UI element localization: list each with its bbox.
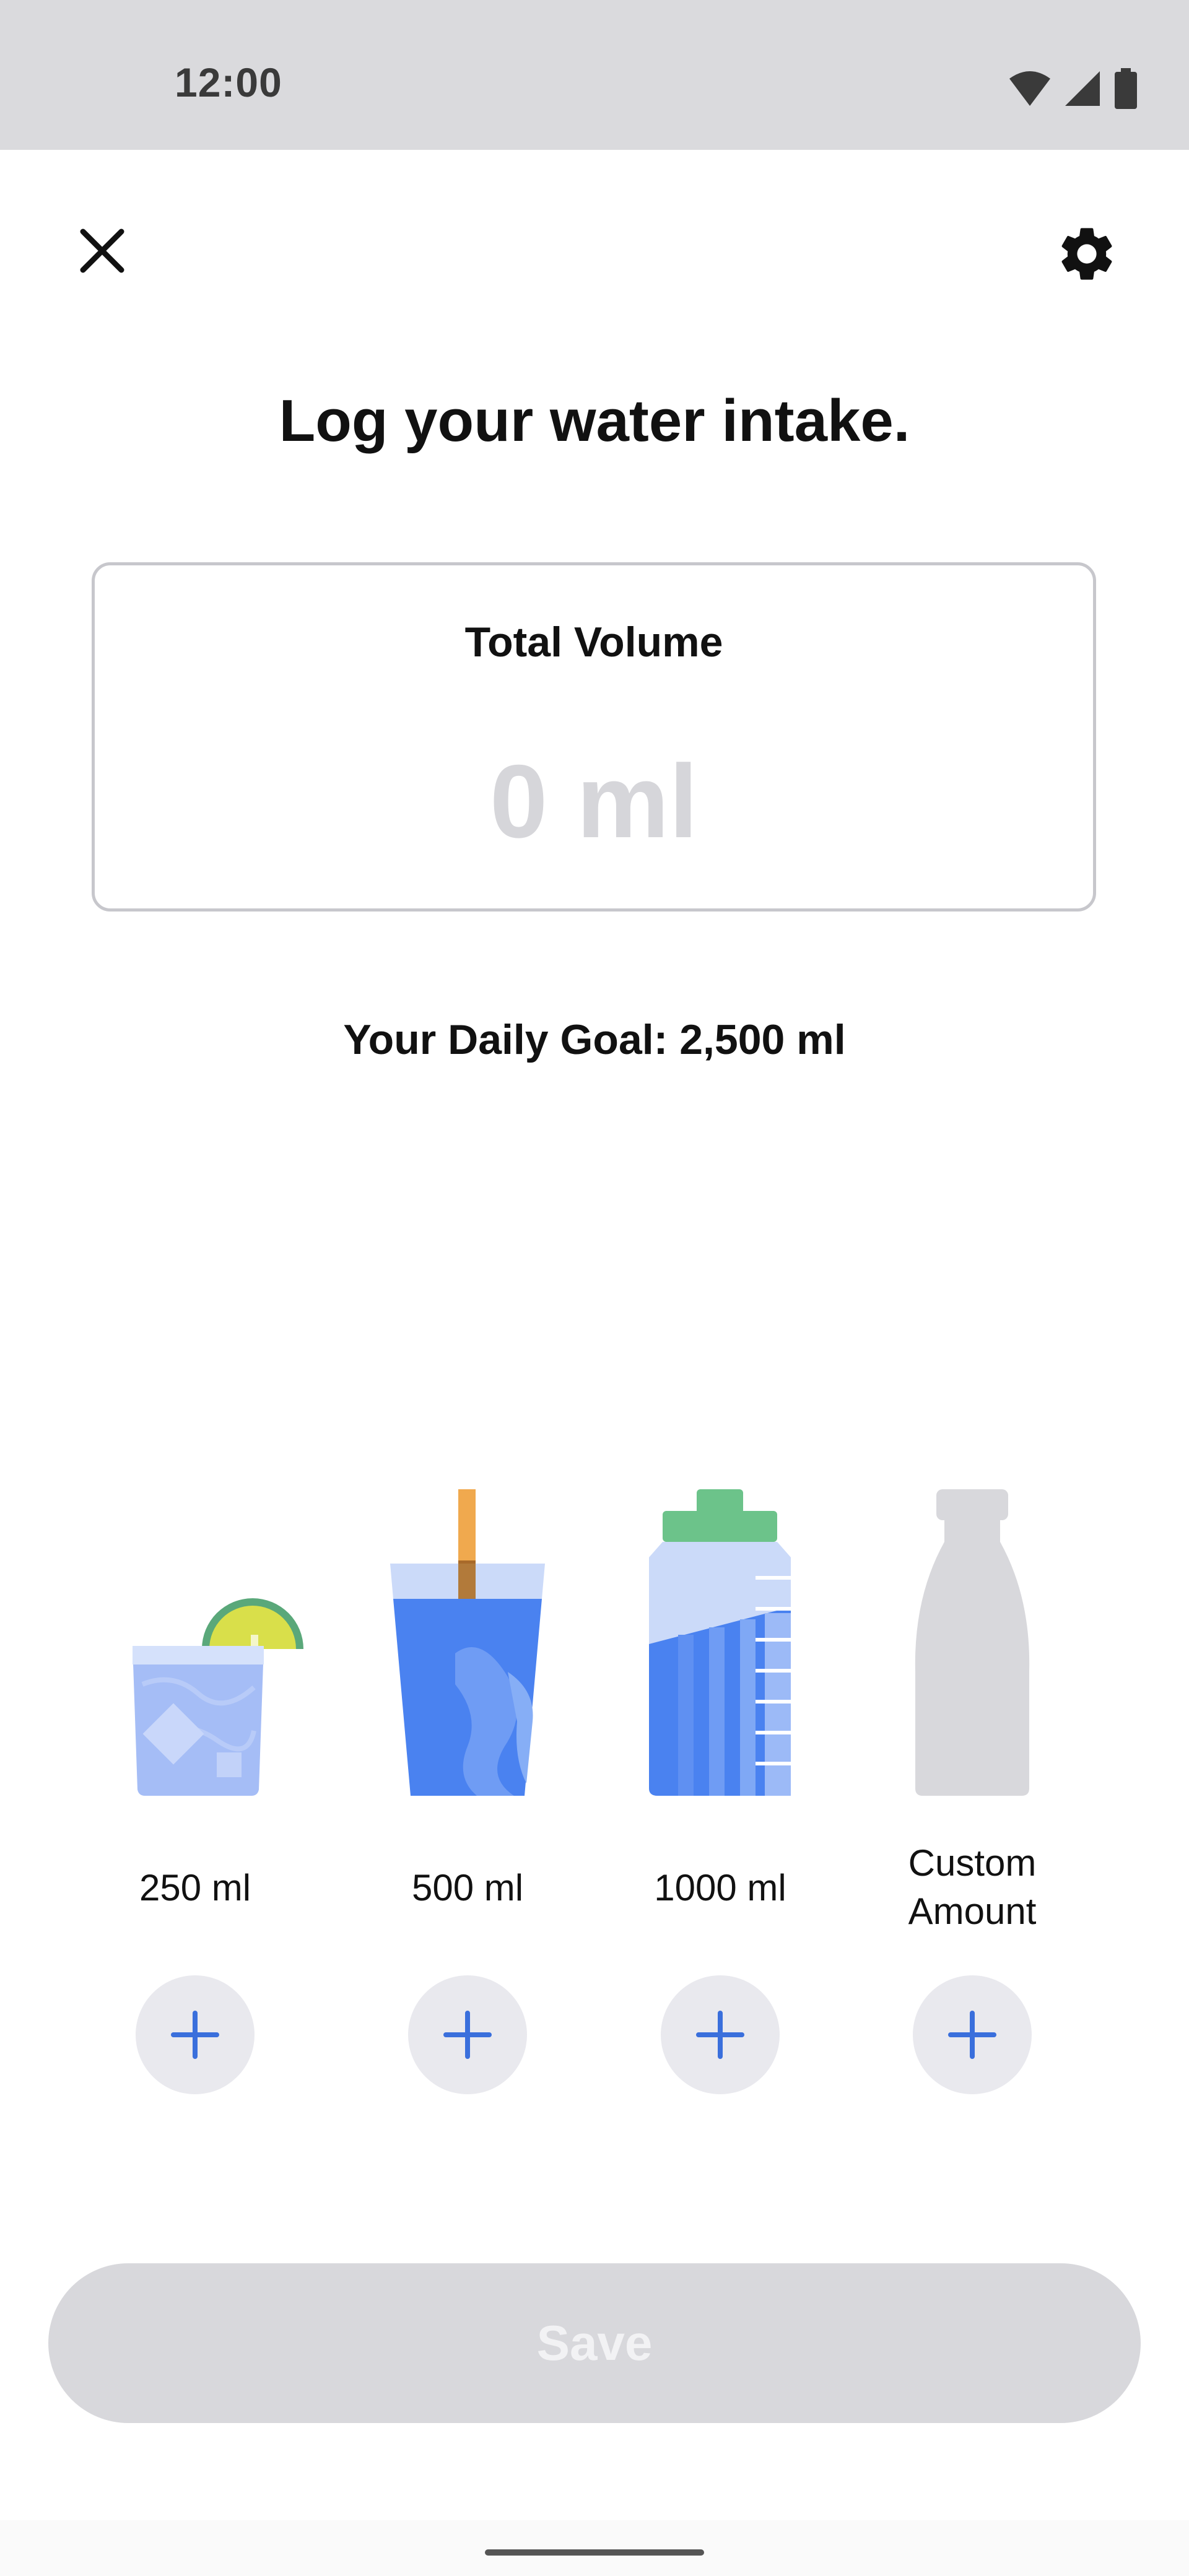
sport-bottle-graphic (649, 1489, 791, 1796)
plus-icon (171, 2011, 219, 2059)
daily-goal-text: Your Daily Goal: 2,500 ml (343, 1016, 846, 1063)
gear-icon (1061, 228, 1112, 280)
drink-label-1000: 1000 ml (654, 1867, 786, 1908)
close-icon (80, 228, 124, 273)
total-volume-value: 0 ml (489, 743, 699, 859)
drink-label-500: 500 ml (411, 1867, 524, 1908)
total-volume-card: Total Volume 0 ml (92, 562, 1096, 912)
status-time: 12:00 (175, 59, 282, 105)
status-bar: 12:00 (0, 0, 1189, 150)
plus-icon (443, 2011, 492, 2059)
empty-bottle-graphic (915, 1489, 1030, 1796)
close-button[interactable] (71, 220, 133, 282)
plus-icon (696, 2011, 744, 2059)
drink-label-250: 250 ml (139, 1867, 251, 1908)
add-250-button[interactable] (136, 1975, 255, 2094)
settings-button[interactable] (1053, 220, 1121, 288)
plus-icon (948, 2011, 996, 2059)
save-button[interactable]: Save (48, 2263, 1141, 2423)
total-volume-label: Total Volume (464, 619, 723, 666)
signal-icon (1065, 71, 1100, 106)
status-icons (1008, 68, 1138, 109)
battery-icon (1115, 68, 1137, 109)
wifi-icon (1009, 71, 1050, 106)
glass-with-lime-graphic (133, 1598, 303, 1796)
drink-label-custom: Custom Amount (908, 1842, 1037, 1932)
add-1000-button[interactable] (661, 1975, 780, 2094)
page-title: Log your water intake. (279, 388, 910, 454)
add-500-button[interactable] (408, 1975, 527, 2094)
navigation-bar (0, 2520, 1189, 2576)
cup-with-straw-graphic (390, 1489, 545, 1796)
add-custom-button[interactable] (913, 1975, 1032, 2094)
home-indicator[interactable] (485, 2549, 704, 2556)
